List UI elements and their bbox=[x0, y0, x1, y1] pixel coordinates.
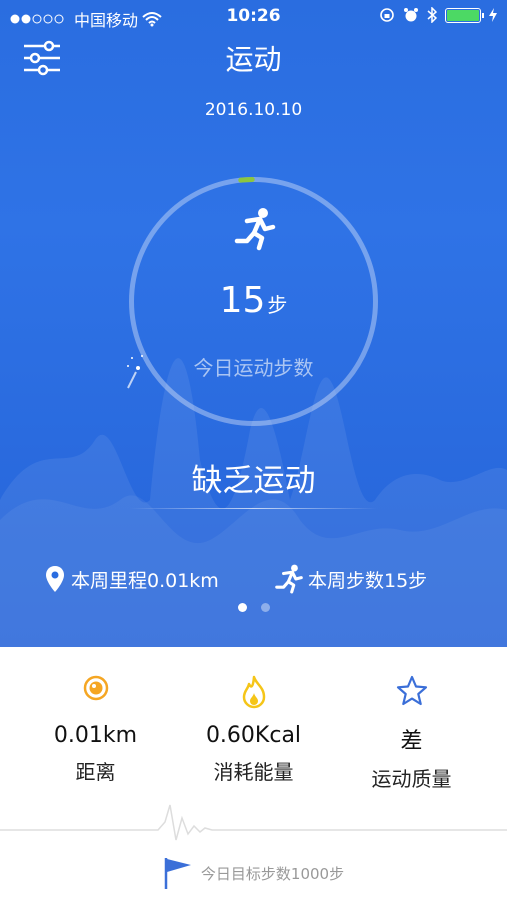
status-right bbox=[379, 7, 497, 23]
weekly-distance-text: 本周里程0.01km bbox=[71, 569, 219, 592]
bluetooth-icon bbox=[427, 7, 437, 23]
steps-count: 15 步 bbox=[0, 280, 507, 321]
stat-quality: 差 运动质量 bbox=[327, 647, 496, 792]
running-small-icon bbox=[275, 564, 303, 594]
activity-status: 缺乏运动 bbox=[191, 463, 316, 499]
status-divider bbox=[130, 508, 377, 509]
daily-goal: 今日目标步数1000步 bbox=[0, 855, 507, 891]
energy-label: 消耗能量 bbox=[213, 760, 294, 784]
distance-icon bbox=[83, 675, 108, 701]
steps-value: 15 bbox=[219, 280, 266, 321]
battery-fill bbox=[447, 9, 479, 21]
page-dot-1[interactable] bbox=[237, 603, 247, 612]
energy-value: 0.60Kcal bbox=[205, 723, 302, 748]
sparkle-icon bbox=[127, 355, 143, 389]
rotation-lock-icon bbox=[380, 8, 394, 22]
running-icon bbox=[234, 208, 276, 251]
star-icon bbox=[396, 675, 427, 706]
distance-value: 0.01km bbox=[53, 723, 138, 748]
flag-icon bbox=[164, 858, 191, 889]
stats-panel: 0.01km 距离 0.60Kcal 消耗能量 差 运动质量 bbox=[0, 647, 507, 797]
charging-icon bbox=[489, 8, 497, 22]
weekly-distance: 本周里程0.01km bbox=[45, 564, 219, 594]
flame-icon bbox=[242, 675, 265, 709]
quality-value: 差 bbox=[400, 729, 423, 754]
status-bar: 中国移动 10:26 bbox=[0, 0, 507, 34]
steps-unit: 步 bbox=[267, 293, 288, 317]
page-indicator[interactable] bbox=[0, 603, 507, 612]
quality-label: 运动质量 bbox=[371, 767, 452, 791]
distance-label: 距离 bbox=[75, 760, 116, 784]
weekly-steps-text: 本周步数15步 bbox=[308, 569, 428, 592]
weekly-steps: 本周步数15步 bbox=[274, 564, 427, 594]
pulse-line bbox=[0, 804, 507, 841]
stat-energy: 0.60Kcal 消耗能量 bbox=[169, 647, 338, 785]
battery-icon bbox=[445, 7, 484, 23]
alarm-icon bbox=[404, 8, 418, 22]
page-title: 运动 bbox=[225, 43, 282, 76]
location-pin-icon bbox=[46, 566, 64, 592]
daily-goal-text: 今日目标步数1000步 bbox=[200, 864, 345, 883]
date-label: 2016.10.10 bbox=[204, 100, 303, 120]
steps-label: 今日运动步数 bbox=[193, 356, 314, 380]
stat-distance: 0.01km 距离 bbox=[11, 647, 180, 785]
page-dot-2[interactable] bbox=[260, 603, 270, 612]
hero-panel: 中国移动 10:26 运动 2016.10.10 15 步 今日运动步数 缺乏运… bbox=[0, 0, 507, 647]
